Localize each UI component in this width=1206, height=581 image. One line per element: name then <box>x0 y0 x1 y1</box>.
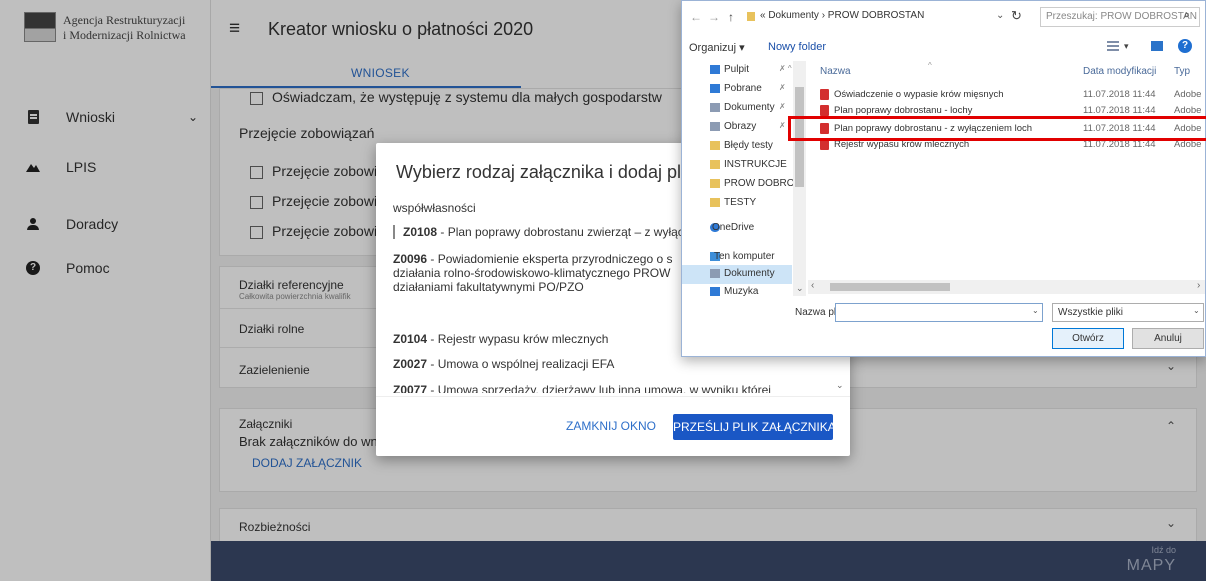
file-date: 11.07.2018 11:44 <box>1083 105 1156 116</box>
cancel-button[interactable]: Anuluj <box>1132 328 1204 349</box>
column-header-date[interactable]: Data modyfikacji <box>1083 66 1156 77</box>
documents-icon <box>710 103 720 112</box>
address-bar: ← → ↑ « Dokumenty › PROW DOBROSTAN ⌄ ↻ P… <box>682 1 1205 31</box>
attachment-option-z0077[interactable]: Z0077 - Umowa sprzedaży, dzierżawy lub i… <box>393 383 833 393</box>
open-button[interactable]: Otwórz <box>1052 328 1124 349</box>
attachment-desc: - Powiadomienie eksperta przyrodniczego … <box>427 252 673 266</box>
folder-icon <box>710 160 720 169</box>
back-arrow-icon[interactable]: ← <box>690 10 702 24</box>
upload-attachment-button[interactable]: PRZEŚLIJ PLIK ZAŁĄCZNIKA <box>673 414 836 440</box>
attachment-code: Z0108 <box>403 225 438 239</box>
chevron-down-icon[interactable]: ⌄ <box>1193 306 1200 315</box>
music-icon <box>710 287 720 296</box>
folder-icon <box>710 141 720 150</box>
pin-icon: ✗ ^ <box>779 64 792 73</box>
up-arrow-icon[interactable]: ↑ <box>728 10 734 24</box>
nav-item-instrukcje[interactable]: INSTRUKCJE <box>682 156 792 175</box>
scroll-down-icon[interactable]: ⌄ <box>836 380 844 391</box>
file-row[interactable]: Oświadczenie o wypasie krów mięsnych 11.0… <box>808 88 1205 102</box>
attachment-desc: - Rejestr wypasu krów mlecznych <box>427 332 609 346</box>
file-date: 11.07.2018 11:44 <box>1083 89 1156 100</box>
nav-item-testy[interactable]: TESTY <box>682 194 792 213</box>
file-type: Adobe <box>1174 105 1202 116</box>
nav-label: Dokumenty <box>724 102 775 113</box>
sort-indicator-icon: ^ <box>928 61 932 70</box>
navigation-pane: Pulpit ✗ ^ Pobrane ✗ Dokumenty ✗ Obrazy ✗ Bł… <box>682 61 806 296</box>
nav-item-pulpit[interactable]: Pulpit ✗ ^ <box>682 61 792 80</box>
attachment-desc: - Umowa o wspólnej realizacji EFA <box>427 357 615 371</box>
nav-item-dokumenty-pc[interactable]: Dokumenty <box>682 265 792 284</box>
nav-label: OneDrive <box>712 222 755 233</box>
attachment-desc: - Plan poprawy dobrostanu zwierząt – z w… <box>437 225 684 239</box>
forward-arrow-icon[interactable]: → <box>708 10 720 24</box>
nav-item-bledy-testy[interactable]: Błędy testy <box>682 137 792 156</box>
filename-input[interactable] <box>835 303 1043 322</box>
folder-icon <box>710 198 720 207</box>
help-icon[interactable]: ? <box>1178 39 1192 53</box>
search-input[interactable]: Przeszukaj: PROW DOBROSTAN <box>1040 7 1200 27</box>
chevron-down-icon[interactable]: ⌄ <box>1032 306 1039 315</box>
annotation-highlight-box <box>788 116 1206 141</box>
file-name: Oświadczenie o wypasie krów mięsnych <box>834 89 1004 100</box>
column-header-name[interactable]: Nazwa <box>820 66 851 77</box>
nav-label: Obrazy <box>724 121 757 132</box>
attachment-code: Z0104 <box>393 332 428 346</box>
column-header-type[interactable]: Typ <box>1174 66 1190 77</box>
nav-label: Ten komputer <box>714 251 775 262</box>
scroll-left-icon[interactable]: ‹ <box>811 280 814 291</box>
pdf-icon <box>820 89 829 100</box>
breadcrumb[interactable]: « Dokumenty › PROW DOBROSTAN <box>760 10 924 21</box>
pictures-icon <box>710 122 720 131</box>
nav-item-obrazy[interactable]: Obrazy ✗ <box>682 118 792 137</box>
nav-label: Dokumenty <box>724 268 775 279</box>
chevron-down-icon[interactable]: ⌄ <box>996 10 1004 21</box>
nav-item-onedrive[interactable]: OneDrive <box>682 219 792 238</box>
nav-label: TESTY <box>724 197 757 208</box>
search-icon[interactable]: ⌕ <box>1184 9 1190 22</box>
divider <box>376 396 850 397</box>
view-options-icon[interactable] <box>1107 41 1119 51</box>
attachment-option-z0027[interactable]: Z0027 - Umowa o wspólnej realizacji EFA <box>393 357 833 371</box>
attachment-code: Z0096 <box>393 252 428 266</box>
view-dropdown-icon[interactable]: ▾ <box>1124 41 1129 52</box>
nav-label: Pobrane <box>724 83 762 94</box>
nav-label: INSTRUKCJE <box>724 159 787 170</box>
nav-label: Błędy testy <box>724 140 773 151</box>
pin-icon: ✗ <box>779 83 786 92</box>
modal-title: Wybierz rodzaj załącznika i dodaj plik <box>396 162 694 182</box>
file-name: Plan poprawy dobrostanu - lochy <box>834 105 973 116</box>
attachment-code: Z0027 <box>393 357 428 371</box>
attachment-code: Z0077 <box>393 383 428 393</box>
nav-label: Muzyka <box>724 286 759 296</box>
folder-icon <box>710 179 720 188</box>
nav-item-dokumenty[interactable]: Dokumenty ✗ <box>682 99 792 118</box>
desktop-icon <box>710 65 720 74</box>
pdf-icon <box>820 105 829 116</box>
documents-icon <box>710 269 720 278</box>
organize-menu[interactable]: Organizuj ▾ <box>689 41 745 54</box>
preview-pane-icon[interactable] <box>1151 41 1163 51</box>
nav-item-prow-dobrostan[interactable]: PROW DOBROST <box>682 175 806 194</box>
file-list: Nazwa ^ Data modyfikacji Typ Oświadczeni… <box>808 61 1205 281</box>
nav-item-pobrane[interactable]: Pobrane ✗ <box>682 80 792 99</box>
scroll-down-icon[interactable]: ⌄ <box>796 283 804 294</box>
pin-icon: ✗ <box>779 102 786 111</box>
file-open-dialog: ← → ↑ « Dokumenty › PROW DOBROSTAN ⌄ ↻ P… <box>681 0 1206 357</box>
selection-marker <box>393 225 395 239</box>
nav-label: Pulpit <box>724 64 750 75</box>
new-folder-button[interactable]: Nowy folder <box>768 41 826 53</box>
folder-icon <box>747 12 755 21</box>
refresh-icon[interactable]: ↻ <box>1011 8 1022 24</box>
attachment-desc: - Umowa sprzedaży, dzierżawy lub inna um… <box>427 383 771 393</box>
pin-icon: ✗ <box>779 121 786 130</box>
nav-item-muzyka[interactable]: Muzyka <box>682 283 792 296</box>
file-type-filter[interactable]: Wszystkie pliki <box>1052 303 1204 322</box>
close-window-button[interactable]: ZAMKNIJ OKNO <box>566 419 656 433</box>
dialog-toolbar: Organizuj ▾ Nowy folder ▾ ? <box>682 36 1205 61</box>
scroll-right-icon[interactable]: › <box>1197 280 1200 291</box>
download-icon <box>710 84 720 93</box>
file-type: Adobe <box>1174 89 1202 100</box>
horizontal-scrollbar-thumb[interactable] <box>830 283 950 291</box>
